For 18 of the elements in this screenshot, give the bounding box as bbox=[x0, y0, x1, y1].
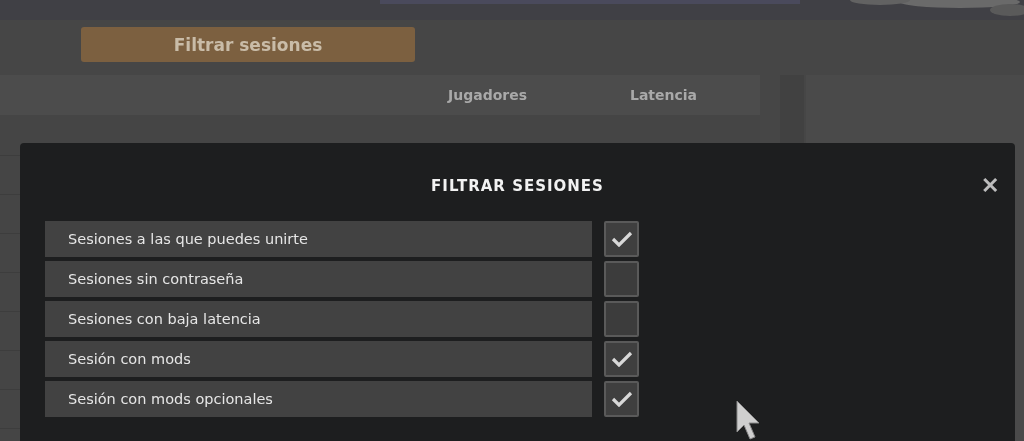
checkbox[interactable] bbox=[604, 341, 639, 377]
checkbox[interactable] bbox=[604, 301, 639, 337]
check-icon bbox=[610, 231, 633, 247]
filter-option: Sesiones a las que puedes unirte bbox=[45, 221, 592, 257]
filter-option: Sesión con mods bbox=[45, 341, 592, 377]
filter-option: Sesiones con baja latencia bbox=[45, 301, 592, 337]
checkbox[interactable] bbox=[604, 221, 639, 257]
check-icon bbox=[610, 351, 633, 367]
dialog-title: FILTRAR SESIONES bbox=[431, 177, 604, 195]
filter-option: Sesión con mods opcionales bbox=[45, 381, 592, 417]
filter-option: Sesiones sin contraseña bbox=[45, 261, 592, 297]
close-button[interactable]: ✕ bbox=[979, 173, 1001, 199]
check-icon bbox=[610, 391, 633, 407]
filter-sessions-button[interactable]: Filtrar sesiones bbox=[81, 27, 415, 62]
checkbox[interactable] bbox=[604, 261, 639, 297]
column-header[interactable]: Latencia bbox=[630, 87, 698, 103]
checkbox[interactable] bbox=[604, 381, 639, 417]
column-header[interactable]: Jugadores bbox=[448, 87, 528, 103]
